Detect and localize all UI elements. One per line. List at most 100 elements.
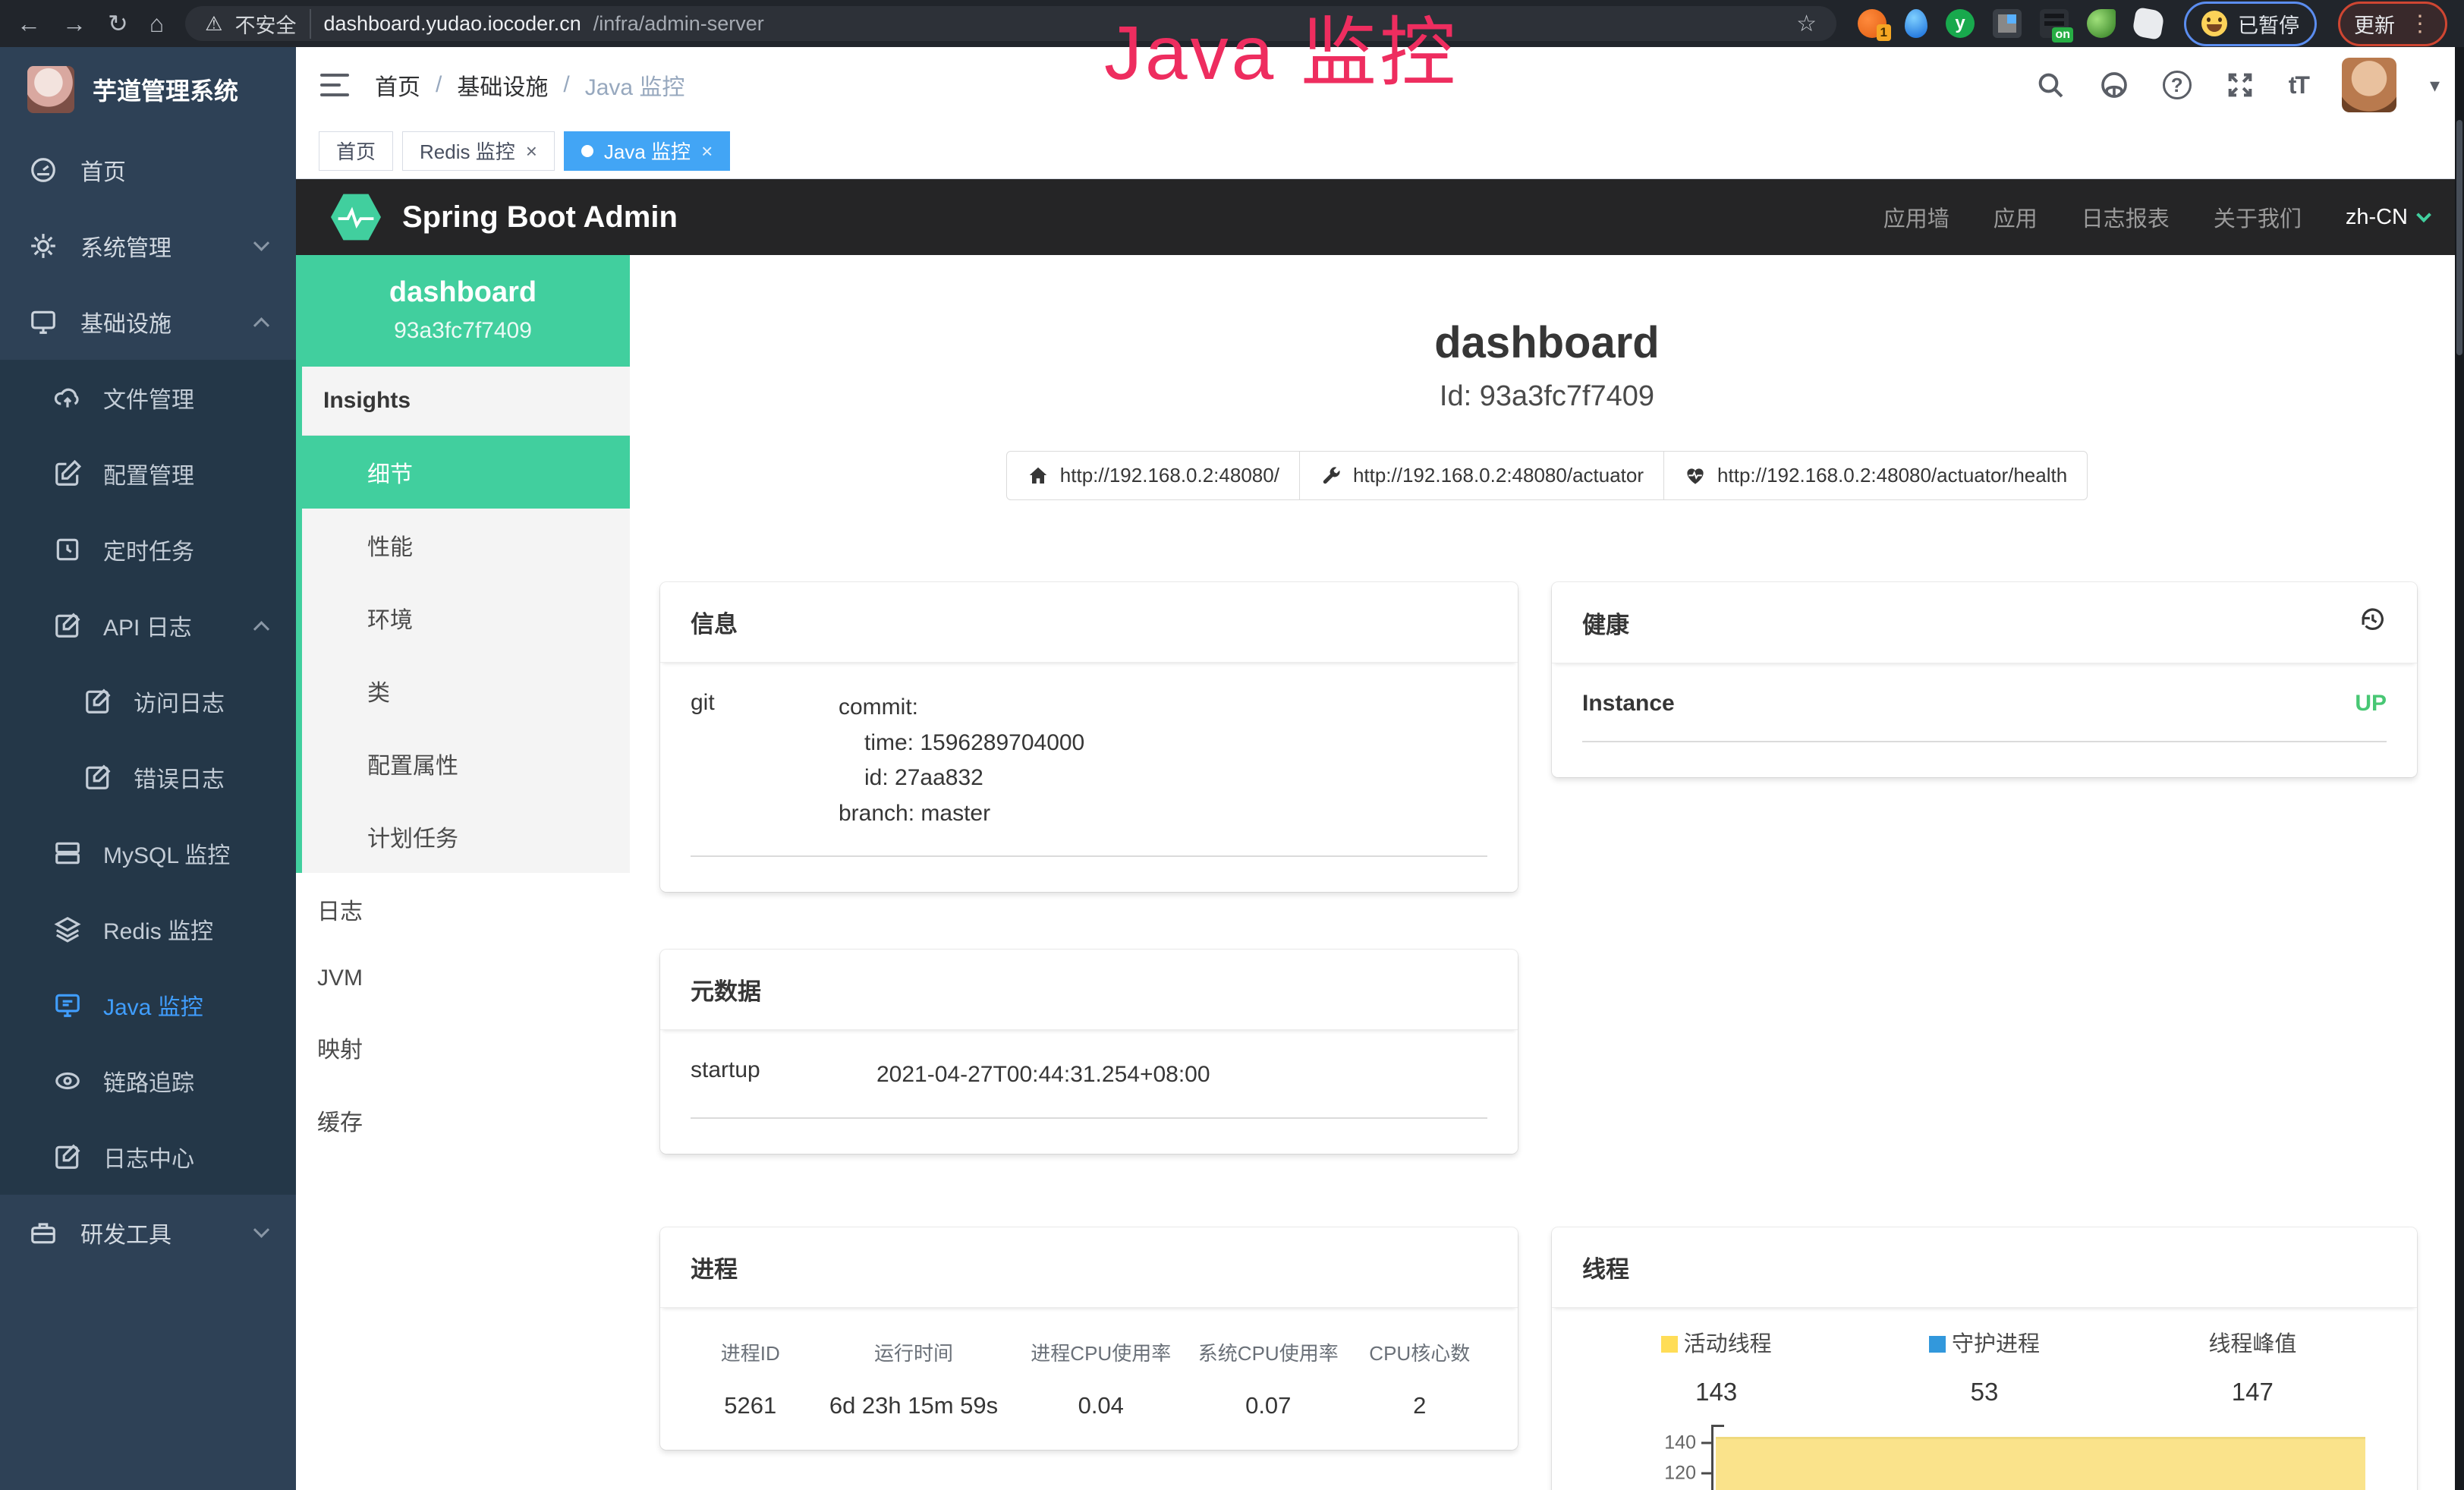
menu-item-logs[interactable]: 日志: [296, 873, 630, 946]
breadcrumb-separator: /: [563, 72, 569, 98]
sidebar-item-infra[interactable]: 基础设施: [0, 284, 296, 360]
extension-orange-icon[interactable]: 1: [1858, 9, 1887, 38]
process-col-uptime: 运行时间: [810, 1335, 1018, 1369]
breadcrumb-home[interactable]: 首页: [375, 68, 420, 102]
health-card-title: 健康: [1582, 606, 1629, 640]
sidebar-item-access-log[interactable]: 访问日志: [0, 663, 296, 739]
menu-item-jvm[interactable]: JVM: [296, 946, 630, 1011]
app-logo-row[interactable]: 芋道管理系统: [0, 47, 296, 132]
sidebar-item-config-manage[interactable]: 配置管理: [0, 436, 296, 512]
menu-item-details[interactable]: 细节: [302, 436, 630, 509]
sba-nav-wallboard[interactable]: 应用墙: [1883, 201, 1949, 233]
sidebar-item-label: Java 监控: [103, 988, 203, 1022]
home-icon: [1027, 465, 1049, 487]
page-scrollbar[interactable]: [2455, 47, 2464, 1490]
menu-item-config-props[interactable]: 配置属性: [302, 727, 630, 800]
chevron-down-icon: [253, 1221, 269, 1237]
edit-square-icon: [83, 687, 112, 716]
sidebar-item-redis-monitor[interactable]: Redis 监控: [0, 891, 296, 967]
avatar-caret-icon[interactable]: ▾: [2430, 74, 2440, 97]
process-card-body: 进程ID 运行时间 进程CPU使用率 系统CPU使用率 CPU核心数 5261: [660, 1308, 1518, 1450]
threads-legend-values: 143 53 147: [1582, 1378, 2387, 1407]
service-url-button[interactable]: http://192.168.0.2:48080/: [1006, 451, 1300, 500]
extension-leaf-icon[interactable]: [2087, 9, 2116, 38]
metadata-card-title: 元数据: [660, 950, 1518, 1030]
sidebar-item-mysql-monitor[interactable]: MySQL 监控: [0, 815, 296, 891]
sidebar-item-label: 文件管理: [103, 381, 194, 414]
close-icon[interactable]: ×: [526, 141, 537, 161]
help-icon[interactable]: ?: [2163, 71, 2192, 99]
browser-forward-icon[interactable]: →: [62, 11, 87, 36]
browser-home-icon[interactable]: ⌂: [149, 11, 164, 36]
process-cores: 2: [1352, 1369, 1488, 1422]
menu-item-environment[interactable]: 环境: [302, 581, 630, 654]
close-icon[interactable]: ×: [701, 141, 713, 161]
sba-nav-about[interactable]: 关于我们: [2214, 201, 2302, 233]
sidebar-item-log-center[interactable]: 日志中心: [0, 1119, 296, 1195]
bookmark-star-icon[interactable]: ☆: [1796, 11, 1817, 37]
browser-reload-icon[interactable]: ↻: [108, 11, 128, 36]
health-row-instance: Instance UP: [1582, 691, 2387, 742]
spring-boot-admin-logo-icon[interactable]: [331, 192, 381, 242]
menu-item-classes[interactable]: 类: [302, 654, 630, 727]
process-sys-cpu: 0.07: [1185, 1369, 1352, 1422]
page-instance-id: Id: 93a3fc7f7409: [630, 380, 2464, 413]
sidebar-item-scheduled-jobs[interactable]: 定时任务: [0, 512, 296, 587]
security-warning-icon[interactable]: ⚠: [205, 12, 222, 36]
sidebar-item-file-manage[interactable]: 文件管理: [0, 360, 296, 436]
sidebar-item-dev-tools[interactable]: 研发工具: [0, 1195, 296, 1271]
profile-paused-chip[interactable]: 已暂停: [2184, 2, 2317, 46]
address-bar[interactable]: ⚠ 不安全 dashboard.yudao.iocoder.cn /infra/…: [185, 6, 1836, 41]
breadcrumb: 首页 / 基础设施 / Java 监控: [375, 68, 684, 102]
sba-nav-applications[interactable]: 应用: [1994, 201, 2038, 233]
sidebar-item-trace[interactable]: 链路追踪: [0, 1043, 296, 1119]
tab-home[interactable]: 首页: [319, 131, 393, 171]
sidebar-item-error-log[interactable]: 错误日志: [0, 739, 296, 815]
metadata-key: startup: [691, 1057, 876, 1093]
legend-peak-threads: 线程峰值: [2119, 1326, 2387, 1358]
locale-selector[interactable]: zh-CN: [2346, 205, 2429, 230]
browser-update-button[interactable]: 更新 ⋮: [2338, 2, 2447, 46]
sidebar-item-home[interactable]: 首页: [0, 132, 296, 208]
tab-redis-monitor[interactable]: Redis 监控 ×: [402, 131, 555, 171]
app-logo-image: [27, 66, 74, 113]
instance-id: 93a3fc7f7409: [304, 318, 622, 344]
extension-grid-icon[interactable]: [1993, 9, 2022, 38]
search-icon[interactable]: [2035, 70, 2066, 100]
sidebar-item-label: 日志中心: [103, 1140, 194, 1173]
edit-square-icon: [83, 763, 112, 792]
tab-java-monitor[interactable]: Java 监控 ×: [564, 131, 730, 171]
user-avatar[interactable]: [2342, 58, 2396, 112]
font-size-icon[interactable]: tT: [2289, 71, 2308, 99]
sidebar-item-java-monitor[interactable]: Java 监控: [0, 967, 296, 1043]
health-history-icon[interactable]: [2358, 605, 2387, 640]
breadcrumb-infra[interactable]: 基础设施: [457, 68, 548, 102]
sidebar-item-label: 系统管理: [80, 229, 172, 263]
fullscreen-icon[interactable]: [2225, 70, 2255, 100]
menu-item-mappings[interactable]: 映射: [296, 1011, 630, 1084]
chart-plot-area: [1711, 1425, 2365, 1490]
extension-y-icon[interactable]: y: [1946, 9, 1975, 38]
extensions-puzzle-icon[interactable]: [2132, 7, 2165, 40]
menu-item-metrics[interactable]: 性能: [302, 509, 630, 581]
sidebar-item-label: 研发工具: [80, 1216, 172, 1249]
sba-brand-title[interactable]: Spring Boot Admin: [402, 200, 678, 235]
insights-group: Insights 细节 性能 环境 类 配置属性 计划任务: [296, 367, 630, 873]
sba-nav-journal[interactable]: 日志报表: [2082, 201, 2170, 233]
browser-back-icon[interactable]: ←: [17, 11, 41, 36]
instance-header[interactable]: dashboard 93a3fc7f7409: [296, 255, 630, 367]
extension-switch-icon[interactable]: on: [2040, 9, 2069, 38]
scrollbar-thumb[interactable]: [2456, 120, 2462, 355]
actuator-url-button[interactable]: http://192.168.0.2:48080/actuator: [1299, 451, 1664, 500]
github-icon[interactable]: [2099, 70, 2129, 100]
profile-avatar-emoji-icon: [2201, 11, 2227, 36]
extension-pin-icon[interactable]: [1905, 9, 1927, 38]
browser-menu-kebab-icon[interactable]: ⋮: [2409, 11, 2431, 37]
sidebar-item-api-log[interactable]: API 日志: [0, 587, 296, 663]
sidebar-item-system[interactable]: 系统管理: [0, 208, 296, 284]
health-url-button[interactable]: http://192.168.0.2:48080/actuator/health: [1663, 451, 2088, 500]
sidebar-collapse-icon[interactable]: [320, 74, 349, 96]
locale-label: zh-CN: [2346, 205, 2408, 230]
menu-item-caches[interactable]: 缓存: [296, 1084, 630, 1157]
menu-item-scheduled-tasks[interactable]: 计划任务: [302, 800, 630, 873]
